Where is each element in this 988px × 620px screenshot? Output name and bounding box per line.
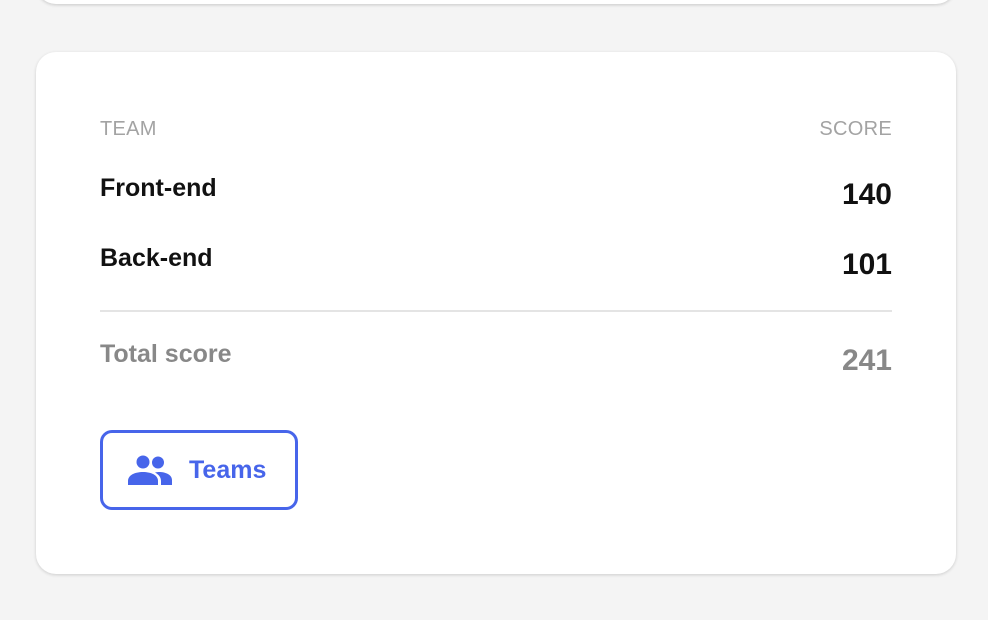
divider (100, 310, 892, 312)
table-header: TEAM SCORE (100, 118, 892, 142)
teams-button-label: Teams (189, 455, 267, 484)
team-score: 140 (841, 178, 892, 211)
teams-button[interactable]: Teams (100, 430, 298, 510)
team-column-header: TEAM (100, 118, 157, 140)
table-row: Front-end 140 (100, 174, 892, 214)
team-name: Back-end (100, 244, 213, 272)
team-name: Front-end (100, 174, 217, 202)
total-value: 241 (841, 344, 892, 377)
score-card: TEAM SCORE Front-end 140 Back-end 101 To… (36, 52, 956, 574)
score-column-header: SCORE (819, 118, 892, 140)
team-score: 101 (841, 248, 892, 281)
people-group-icon (127, 455, 173, 485)
previous-card (36, 0, 956, 4)
table-row: Back-end 101 (100, 244, 892, 284)
total-label: Total score (100, 340, 232, 368)
total-row: Total score 241 (100, 340, 892, 380)
